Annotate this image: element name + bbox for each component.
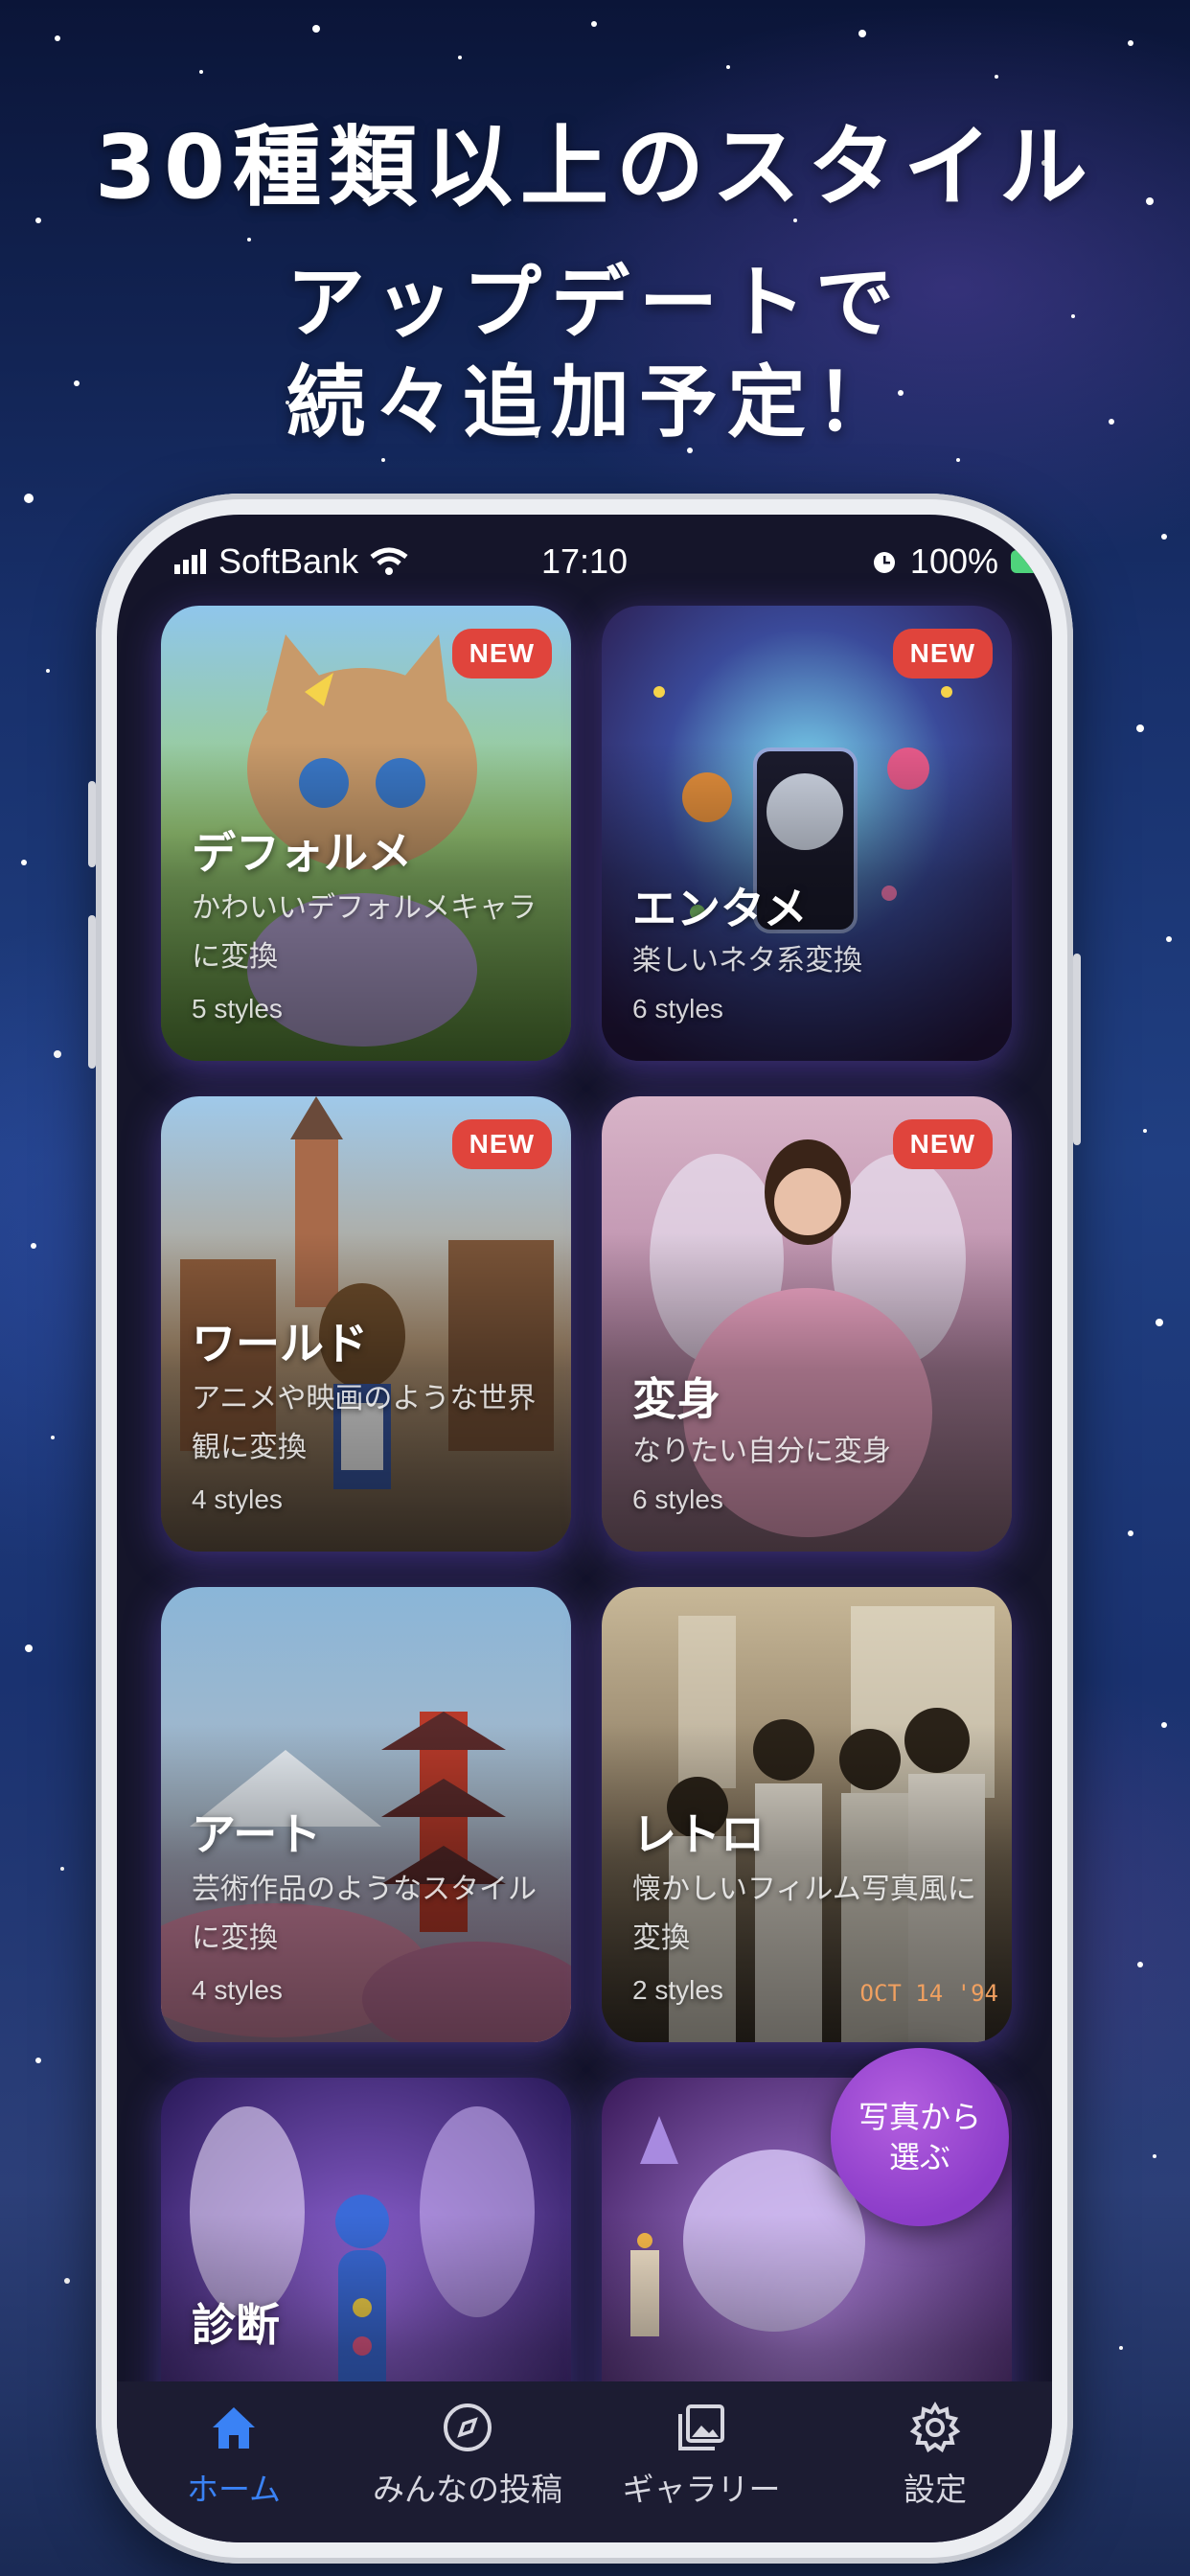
tab-home[interactable]: ホーム: [117, 2401, 351, 2510]
headline-subtitle-line1: アップデートで: [286, 258, 904, 349]
card-title: 診断: [192, 2299, 280, 2351]
tab-label: みんなの投稿: [373, 2471, 562, 2508]
tab-gallery[interactable]: ギャラリー: [584, 2401, 818, 2510]
status-bar: SoftBank 17:10 100%: [117, 515, 1052, 601]
card-description: 懐かしいフィルム写真風に変換: [632, 1873, 976, 1955]
card-style-count: 5 styles: [192, 994, 283, 1024]
card-title: デフォルメ: [192, 827, 412, 879]
card-style-count: 6 styles: [632, 1484, 723, 1514]
tab-community[interactable]: みんなの投稿: [351, 2401, 584, 2510]
headline-title: 30種類以上のスタイル: [94, 116, 1096, 218]
headline-subtitle: アップデートで 続々追加予定！: [0, 254, 1190, 453]
status-right: 100%: [870, 541, 1042, 582]
category-card-entertainment[interactable]: NEW エンタメ 楽しいネタ系変換 6 styles: [602, 606, 1012, 1061]
card-title: ワールド: [192, 1318, 368, 1369]
battery-icon: [1011, 550, 1041, 573]
category-card-retro[interactable]: レトロ 懐かしいフィルム写真風に変換 2 styles OCT 14 '94: [602, 1587, 1012, 2042]
new-badge: NEW: [451, 1119, 552, 1169]
card-description: 芸術作品のようなスタイルに変換: [192, 1873, 537, 1955]
card-description: なりたい自分に変身: [632, 1435, 891, 1468]
card-description: 楽しいネタ系変換: [632, 944, 862, 978]
card-title: 変身: [632, 1373, 721, 1425]
choose-photo-label-line2: 選ぶ: [888, 2139, 950, 2175]
bottom-tab-bar: ホーム みんなの投稿 ギャラリー 設定: [117, 2381, 1052, 2542]
category-card-transform[interactable]: NEW 変身 なりたい自分に変身 6 styles: [602, 1096, 1012, 1552]
tab-label: ギャラリー: [622, 2471, 781, 2508]
phone-power-button: [1073, 954, 1081, 1145]
date-stamp: OCT 14 '94: [859, 1980, 999, 2007]
home-icon: [213, 2407, 255, 2449]
category-card-deformed[interactable]: NEW デフォルメ かわいいデフォルメキャラに変換 5 styles: [161, 606, 571, 1061]
card-title: アート: [192, 1808, 322, 1860]
new-badge: NEW: [451, 629, 552, 678]
tab-settings[interactable]: 設定: [818, 2401, 1052, 2510]
tab-label: ホーム: [186, 2471, 281, 2508]
alarm-icon: [873, 552, 895, 573]
card-title: エンタメ: [632, 883, 808, 934]
headline-subtitle-line2: 続々追加予定！: [286, 357, 904, 448]
card-style-count: 2 styles: [632, 1975, 723, 2005]
compass-icon: [444, 2404, 492, 2451]
gear-icon: [909, 2401, 961, 2453]
gallery-icon: [678, 2404, 724, 2450]
card-description: アニメや映画のような世界観に変換: [192, 1382, 537, 1464]
new-badge: NEW: [892, 1119, 993, 1169]
phone-frame: SoftBank 17:10 100% NEW デフォルメ かわいいデフォルメキ…: [88, 494, 1081, 2564]
choose-photo-label-line1: 写真から: [858, 2099, 981, 2135]
phone-volume-button: [88, 915, 96, 1069]
card-style-count: 4 styles: [192, 1975, 283, 2005]
new-badge: NEW: [892, 629, 993, 678]
card-style-count: 4 styles: [192, 1484, 283, 1514]
choose-photo-button[interactable]: 写真から 選ぶ: [831, 2048, 1009, 2226]
app-screen: SoftBank 17:10 100% NEW デフォルメ かわいいデフォルメキ…: [117, 515, 1052, 2542]
category-card-art[interactable]: アート 芸術作品のようなスタイルに変換 4 styles: [161, 1587, 571, 2042]
card-title: レトロ: [632, 1808, 765, 1860]
battery-percent: 100%: [909, 541, 998, 581]
card-style-count: 6 styles: [632, 994, 723, 1024]
phone-side-button: [88, 781, 96, 867]
category-card-world[interactable]: NEW ワールド アニメや映画のような世界観に変換 4 styles: [161, 1096, 571, 1552]
card-description: かわいいデフォルメキャラに変換: [192, 891, 537, 974]
tab-label: 設定: [904, 2471, 967, 2508]
